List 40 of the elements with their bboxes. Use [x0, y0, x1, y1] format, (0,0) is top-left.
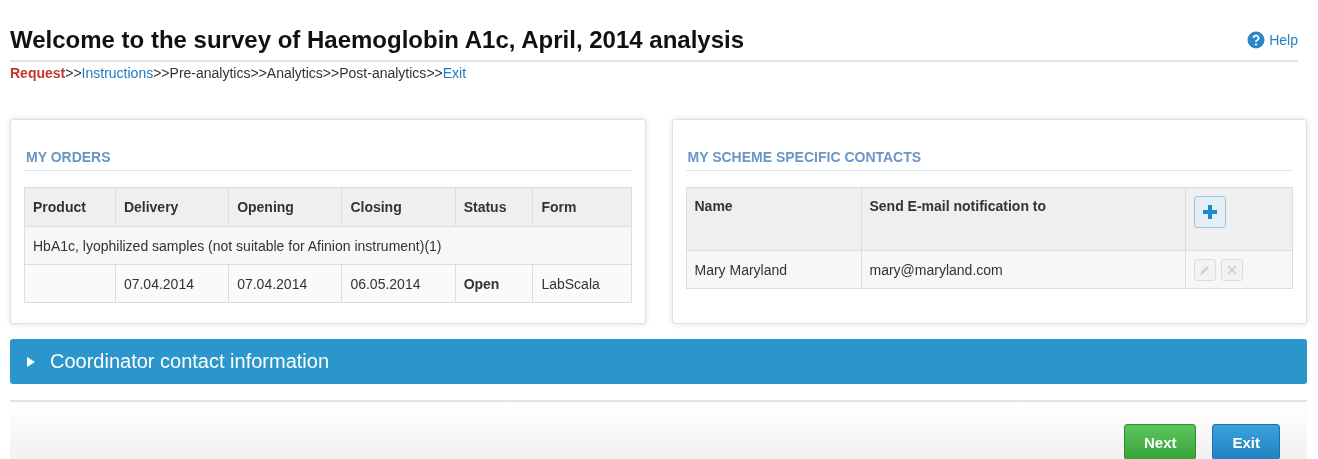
current-step[interactable]: Request: [10, 65, 66, 81]
product-cell: HbA1c, lyophilized samples (not suitable for Afinion instrument)(1): [24, 226, 631, 265]
step: Analytics: [266, 65, 323, 81]
add-button[interactable]: [1194, 196, 1226, 228]
status-cell: Open: [455, 264, 533, 303]
column-header: Product: [24, 187, 116, 227]
step: Pre-analytics: [169, 65, 251, 81]
table-cell: LabScala: [532, 264, 631, 303]
step-separator: >>: [65, 65, 82, 81]
plus-icon: [1202, 204, 1218, 220]
table-cell: 07.04.2014: [228, 264, 342, 303]
table-cell: Mary Maryland: [686, 250, 861, 289]
step-separator: >>: [322, 65, 340, 81]
next-button[interactable]: Next: [1123, 424, 1197, 459]
help-icon: [1247, 31, 1266, 49]
help-link[interactable]: Help: [1247, 31, 1298, 49]
table-cell: mary@maryland.com: [861, 250, 1186, 289]
step-separator: >>: [153, 65, 170, 81]
column-header: Form: [532, 187, 631, 227]
column-header: Delivery: [115, 187, 229, 227]
page-title: Welcome to the survey of Haemoglobin A1c, April, 2014 analysis: [10, 26, 744, 54]
step-separator: >>: [426, 65, 443, 81]
coordinator-section-header[interactable]: Coordinator contact information: [10, 339, 1307, 384]
step-separator: >>: [250, 65, 267, 81]
exit-button[interactable]: Exit: [1212, 424, 1280, 459]
table-cell: 07.04.2014: [115, 264, 229, 303]
column-header: Closing: [341, 187, 456, 227]
column-header: Send E-mail notification to: [861, 187, 1186, 251]
expand-icon: [26, 356, 36, 367]
section-title: Coordinator contact information: [50, 350, 330, 373]
panel-title: MY SCHEME SPECIFIC CONTACTS: [685, 146, 1293, 171]
step-link[interactable]: Exit: [442, 65, 467, 81]
step-link[interactable]: Instructions: [81, 65, 154, 81]
panel-title: MY ORDERS: [24, 146, 632, 171]
table-cell: 06.05.2014: [341, 264, 456, 303]
column-header: Status: [455, 187, 533, 227]
column-header: Opening: [228, 187, 342, 227]
close-icon: [1226, 263, 1238, 276]
column-header: Name: [686, 187, 861, 251]
step: Post-analytics: [339, 65, 427, 81]
